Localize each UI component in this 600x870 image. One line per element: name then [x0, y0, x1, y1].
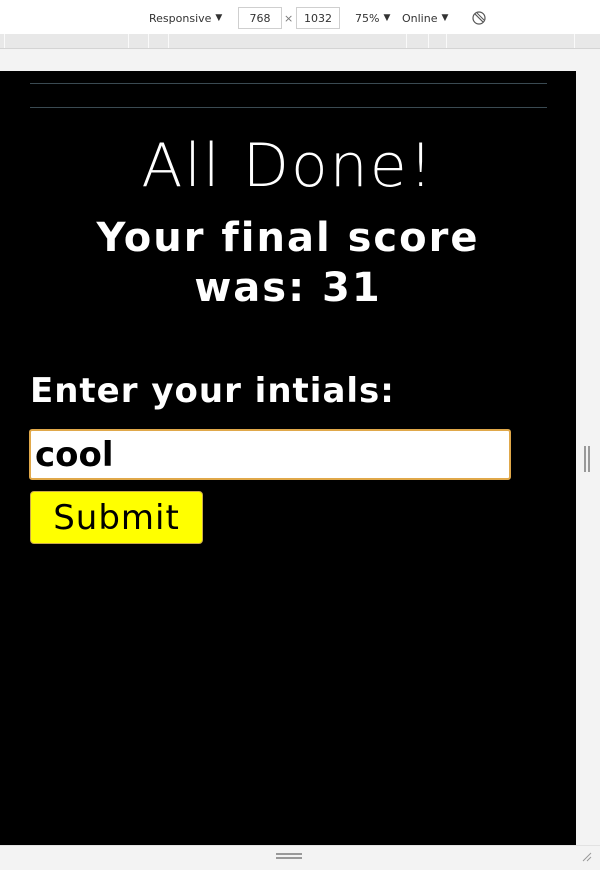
network-label: Online — [402, 11, 438, 25]
media-query-ruler[interactable] — [0, 34, 600, 49]
resize-corner-icon[interactable] — [580, 850, 594, 864]
divider — [30, 107, 547, 108]
initials-input[interactable] — [29, 429, 511, 480]
width-input[interactable]: 768 — [238, 7, 282, 29]
page-title: All Done! — [141, 131, 435, 201]
chevron-down-icon: ▼ — [383, 13, 391, 23]
resize-handle-right[interactable] — [584, 446, 590, 472]
chevron-down-icon: ▼ — [215, 13, 223, 23]
zoom-label: 75% — [355, 11, 380, 25]
zoom-select[interactable]: 75% ▼ — [355, 9, 390, 27]
devtools-toolbar: Responsive ▼ 768 × 1032 75% ▼ Online ▼ — [0, 0, 600, 35]
resize-handle-bottom[interactable] — [276, 853, 302, 859]
initials-label: Enter your intials: — [30, 371, 395, 411]
height-input[interactable]: 1032 — [296, 7, 340, 29]
chevron-down-icon: ▼ — [441, 13, 449, 23]
device-label: Responsive — [149, 11, 212, 25]
network-select[interactable]: Online ▼ — [402, 9, 448, 27]
rotate-icon[interactable] — [472, 9, 486, 27]
dimension-separator: × — [284, 11, 294, 25]
submit-button[interactable]: Submit — [30, 491, 203, 544]
page-viewport: All Done! Your final score was: 31 Enter… — [0, 71, 576, 845]
divider — [30, 83, 547, 84]
device-select[interactable]: Responsive ▼ — [149, 9, 222, 27]
final-score: Your final score was: 31 — [96, 215, 480, 311]
